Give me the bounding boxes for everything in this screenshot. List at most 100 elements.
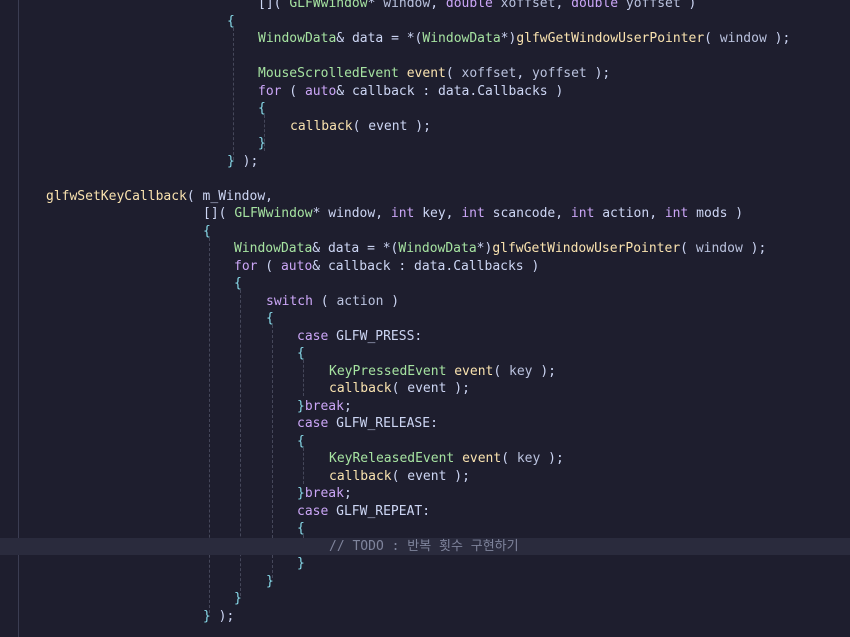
code-line-content: for ( auto& callback : data.Callbacks ) [234, 258, 539, 276]
code-line[interactable]: }break; [0, 485, 850, 503]
code-token: ); [586, 66, 611, 81]
code-line-content: { [266, 310, 274, 328]
code-token: { [297, 346, 305, 361]
code-line[interactable]: callback( event ); [0, 118, 850, 136]
code-token: int [461, 206, 485, 221]
code-token: for [258, 83, 282, 99]
code-token: & [336, 83, 352, 99]
code-line-content: callback( event ); [329, 468, 470, 486]
code-token: mods [696, 206, 728, 221]
code-token: event [406, 66, 446, 81]
code-token: key [516, 451, 541, 466]
code-line[interactable]: callback( event ); [0, 468, 850, 486]
code-line[interactable]: } ); [0, 608, 850, 626]
code-token: ); [407, 118, 431, 134]
code-line[interactable]: WindowData& data = *(WindowData*)glfwGet… [0, 240, 850, 258]
code-token: { [227, 13, 235, 29]
code-token: event [407, 468, 447, 484]
code-line-content: switch ( action ) [266, 293, 399, 311]
code-line[interactable]: []( GLFWwindow* window, double xoffset, … [0, 0, 850, 13]
code-line[interactable]: case GLFW_PRESS: [0, 328, 850, 346]
code-token: ); [210, 608, 235, 624]
code-line[interactable]: } [0, 573, 850, 591]
code-token: ) [383, 293, 400, 309]
code-line[interactable]: glfwSetKeyCallback( m_Window, [0, 188, 850, 206]
code-token: } [297, 556, 305, 571]
code-token: ); [234, 153, 259, 169]
code-line[interactable]: } [0, 555, 850, 573]
code-token: , [516, 66, 532, 81]
code-token: ( [391, 381, 408, 396]
code-token: break [304, 486, 344, 501]
code-token: = *( [383, 31, 423, 46]
code-line[interactable]: KeyPressedEvent event( key ); [0, 363, 850, 381]
code-line[interactable]: callback( event ); [0, 380, 850, 398]
code-line-content: for ( auto& callback : data.Callbacks ) [258, 83, 563, 101]
code-token: case [297, 416, 329, 431]
code-line[interactable]: { [0, 310, 850, 328]
code-line[interactable]: for ( auto& callback : data.Callbacks ) [0, 258, 850, 276]
code-line[interactable]: switch ( action ) [0, 293, 850, 311]
code-line[interactable]: }break; [0, 398, 850, 416]
code-line-content: case GLFW_PRESS: [297, 328, 422, 346]
code-token: ); [540, 451, 564, 466]
code-token: } [297, 486, 305, 501]
code-line[interactable]: } [0, 590, 850, 608]
code-token: callback [329, 381, 392, 396]
code-token: case [297, 328, 329, 344]
code-token: ) [727, 206, 744, 221]
code-token: event [407, 381, 447, 396]
code-line[interactable]: []( GLFWwindow* window, int key, int sca… [0, 205, 850, 223]
code-token: , [430, 0, 446, 11]
code-token: Callbacks [477, 83, 548, 99]
code-line[interactable]: } [0, 135, 850, 153]
code-editor[interactable]: []( GLFWwindow* window, double xoffset, … [0, 0, 850, 637]
code-token: ( [312, 293, 337, 309]
code-token: data [438, 83, 470, 99]
code-token: } [297, 398, 305, 414]
code-token: key [509, 363, 533, 379]
code-token: & [336, 31, 352, 46]
code-token: case [297, 503, 329, 519]
code-token: ); [446, 468, 470, 484]
code-line[interactable]: for ( auto& callback : data.Callbacks ) [0, 83, 850, 101]
code-line[interactable] [0, 48, 850, 66]
code-line-content: { [227, 13, 235, 31]
code-line[interactable]: case GLFW_REPEAT: [0, 503, 850, 521]
code-line[interactable]: { [0, 345, 850, 363]
code-line[interactable]: { [0, 520, 850, 538]
code-line-content: }break; [297, 398, 352, 416]
code-token: KeyReleasedEvent [329, 451, 455, 466]
code-line[interactable]: WindowData& data = *(WindowData*)glfwGet… [0, 30, 850, 48]
code-line[interactable]: { [0, 13, 850, 31]
code-line[interactable] [0, 170, 850, 188]
code-token: : [430, 416, 438, 431]
code-line-content: []( GLFWwindow* window, int key, int sca… [203, 205, 743, 223]
code-line[interactable]: case GLFW_RELEASE: [0, 415, 850, 433]
code-token: ); [532, 363, 556, 379]
code-line[interactable]: KeyReleasedEvent event( key ); [0, 450, 850, 468]
code-line[interactable]: { [0, 100, 850, 118]
code-token: auto [304, 83, 337, 99]
code-token: data [327, 241, 360, 256]
code-token: } [203, 608, 211, 624]
code-line-content: } [258, 135, 266, 153]
code-line[interactable]: } ); [0, 153, 850, 171]
code-line-content: // TODO : 반복 횟수 구현하기 [329, 538, 519, 556]
code-token: = *( [359, 241, 399, 256]
code-token: m_Window [202, 188, 266, 204]
code-token: int [664, 206, 689, 221]
code-line[interactable]: { [0, 223, 850, 241]
code-token: & [312, 241, 328, 256]
code-token: & [312, 258, 328, 274]
code-line[interactable]: MouseScrolledEvent event( xoffset, yoffs… [0, 65, 850, 83]
code-token: ( [352, 118, 369, 134]
code-line[interactable]: { [0, 433, 850, 451]
code-line[interactable]: { [0, 275, 850, 293]
code-line[interactable]: // TODO : 반복 횟수 구현하기 [0, 537, 850, 556]
code-token: , [445, 206, 462, 221]
code-token: ( [501, 451, 517, 466]
code-token: { [297, 521, 305, 536]
